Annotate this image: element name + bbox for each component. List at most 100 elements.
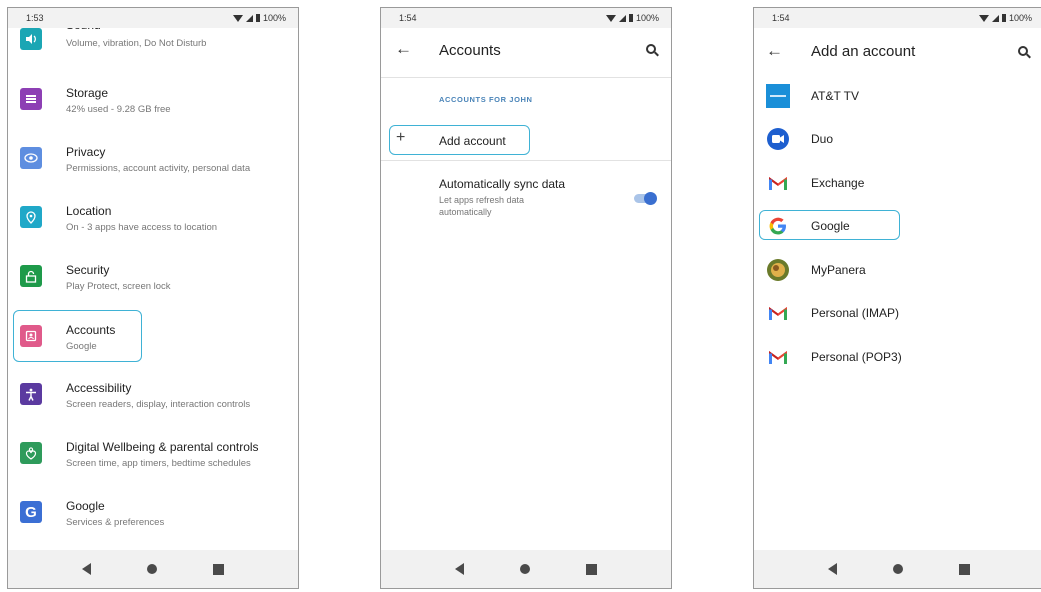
settings-item-subtitle: Google	[66, 341, 97, 352]
gmail-icon	[766, 345, 790, 369]
account-option-google[interactable]: Google	[754, 206, 1041, 246]
account-option-personal-pop3[interactable]: Personal (POP3)	[754, 337, 1041, 377]
page-title: Add an account	[811, 43, 916, 60]
battery-icon	[628, 14, 633, 22]
privacy-icon	[20, 147, 42, 169]
back-arrow-icon[interactable]: ←	[395, 39, 412, 59]
settings-screen: Sound Volume, vibration, Do Not Disturb …	[7, 7, 299, 589]
status-bar: 1:54 100%	[381, 8, 671, 28]
settings-item-title: Storage	[66, 86, 109, 100]
nav-home-icon[interactable]	[893, 564, 903, 574]
settings-item-accessibility[interactable]: Accessibility Screen readers, display, i…	[8, 367, 298, 423]
settings-item-location[interactable]: Location On - 3 apps have access to loca…	[8, 190, 298, 246]
account-option-label: Duo	[811, 132, 834, 146]
status-bar: 1:53 100%	[8, 8, 298, 28]
signal-icon	[991, 14, 999, 22]
settings-item-subtitle: Play Protect, screen lock	[66, 281, 171, 292]
nav-bar	[754, 550, 1041, 588]
account-option-label: AT&T TV	[811, 89, 860, 103]
nav-bar	[8, 550, 298, 588]
settings-item-title: Security	[66, 263, 110, 277]
nav-recents-icon[interactable]	[213, 563, 224, 575]
back-arrow-icon[interactable]: ←	[766, 41, 783, 61]
status-time: 1:53	[26, 13, 44, 23]
auto-sync-row[interactable]: Automatically sync data Let apps refresh…	[381, 168, 671, 232]
lock-icon	[20, 265, 42, 287]
duo-icon	[766, 127, 790, 151]
signal-icon	[245, 14, 253, 22]
status-time: 1:54	[399, 13, 417, 23]
status-time: 1:54	[772, 13, 790, 23]
settings-item-title: Google	[66, 499, 105, 513]
account-option-duo[interactable]: Duo	[754, 119, 1041, 159]
status-bar: 1:54 100%	[754, 8, 1041, 28]
settings-item-accounts[interactable]: Accounts Google	[8, 308, 298, 364]
accounts-screen: 1:54 100% ← Accounts ACCOUNTS FOR JOHN +…	[380, 7, 672, 589]
settings-list: Sound Volume, vibration, Do Not Disturb …	[8, 22, 298, 550]
divider	[381, 160, 671, 161]
accessibility-icon	[20, 383, 42, 405]
gmail-icon	[766, 301, 790, 325]
nav-back-icon[interactable]	[82, 563, 91, 575]
nav-recents-icon[interactable]	[959, 563, 970, 575]
add-account-screen: 1:54 100% ← Add an account AT&T TV Duo E…	[753, 7, 1041, 589]
settings-item-subtitle: 42% used - 9.28 GB free	[66, 104, 171, 115]
att-tv-icon	[766, 84, 790, 108]
account-option-label: MyPanera	[811, 263, 866, 277]
settings-item-title: Accounts	[66, 323, 116, 337]
toggle-thumb	[644, 192, 657, 205]
nav-back-icon[interactable]	[455, 563, 464, 575]
search-icon[interactable]	[646, 44, 656, 54]
settings-item-subtitle: Volume, vibration, Do Not Disturb	[66, 38, 207, 49]
settings-item-subtitle: Screen readers, display, interaction con…	[66, 399, 251, 410]
add-account-label: Add account	[439, 134, 506, 148]
settings-item-subtitle: Services & preferences	[66, 517, 165, 528]
wellbeing-icon	[20, 442, 42, 464]
app-bar: ← Accounts	[381, 28, 671, 77]
google-g-icon	[766, 214, 790, 238]
battery-icon	[255, 14, 260, 22]
nav-bar	[381, 550, 671, 588]
settings-item-storage[interactable]: Storage 42% used - 9.28 GB free	[8, 72, 298, 128]
gmail-icon	[766, 171, 790, 195]
plus-icon: +	[396, 129, 406, 146]
settings-item-digital-wellbeing[interactable]: Digital Wellbeing & parental controls Sc…	[8, 426, 298, 482]
nav-home-icon[interactable]	[520, 564, 530, 574]
wifi-icon	[605, 14, 616, 22]
account-option-personal-imap[interactable]: Personal (IMAP)	[754, 293, 1041, 333]
page-title: Accounts	[439, 42, 501, 59]
battery-icon	[1001, 14, 1006, 22]
wifi-icon	[232, 14, 243, 22]
battery-level: 100%	[635, 13, 659, 23]
wifi-icon	[978, 14, 989, 22]
settings-item-subtitle: On - 3 apps have access to location	[66, 222, 218, 233]
divider	[381, 77, 671, 78]
auto-sync-title: Automatically sync data	[439, 177, 566, 191]
panera-icon	[766, 258, 790, 282]
account-option-att-tv[interactable]: AT&T TV	[754, 76, 1041, 116]
battery-level: 100%	[262, 13, 286, 23]
account-option-mypanera[interactable]: MyPanera	[754, 250, 1041, 290]
accounts-icon	[20, 325, 42, 347]
settings-item-security[interactable]: Security Play Protect, screen lock	[8, 249, 298, 305]
signal-icon	[618, 14, 626, 22]
settings-item-title: Location	[66, 204, 112, 218]
account-option-label: Personal (POP3)	[811, 350, 902, 364]
app-bar: ← Add an account	[754, 28, 1041, 78]
nav-home-icon[interactable]	[147, 564, 157, 574]
settings-item-google[interactable]: G Google Services & preferences	[8, 485, 298, 541]
search-icon[interactable]	[1018, 46, 1028, 56]
auto-sync-subtitle-line1: Let apps refresh data	[439, 195, 525, 205]
account-option-exchange[interactable]: Exchange	[754, 163, 1041, 203]
nav-back-icon[interactable]	[828, 563, 837, 575]
auto-sync-subtitle-line2: automatically	[439, 207, 492, 217]
storage-icon	[20, 88, 42, 110]
location-icon	[20, 206, 42, 228]
settings-item-privacy[interactable]: Privacy Permissions, account activity, p…	[8, 131, 298, 187]
account-option-label: Google	[811, 219, 850, 233]
account-option-label: Personal (IMAP)	[811, 306, 900, 320]
add-account-button[interactable]: + Add account	[381, 123, 671, 159]
settings-item-sound[interactable]: Sound Volume, vibration, Do Not Disturb	[8, 22, 298, 64]
nav-recents-icon[interactable]	[586, 563, 597, 575]
settings-item-title: Accessibility	[66, 381, 132, 395]
